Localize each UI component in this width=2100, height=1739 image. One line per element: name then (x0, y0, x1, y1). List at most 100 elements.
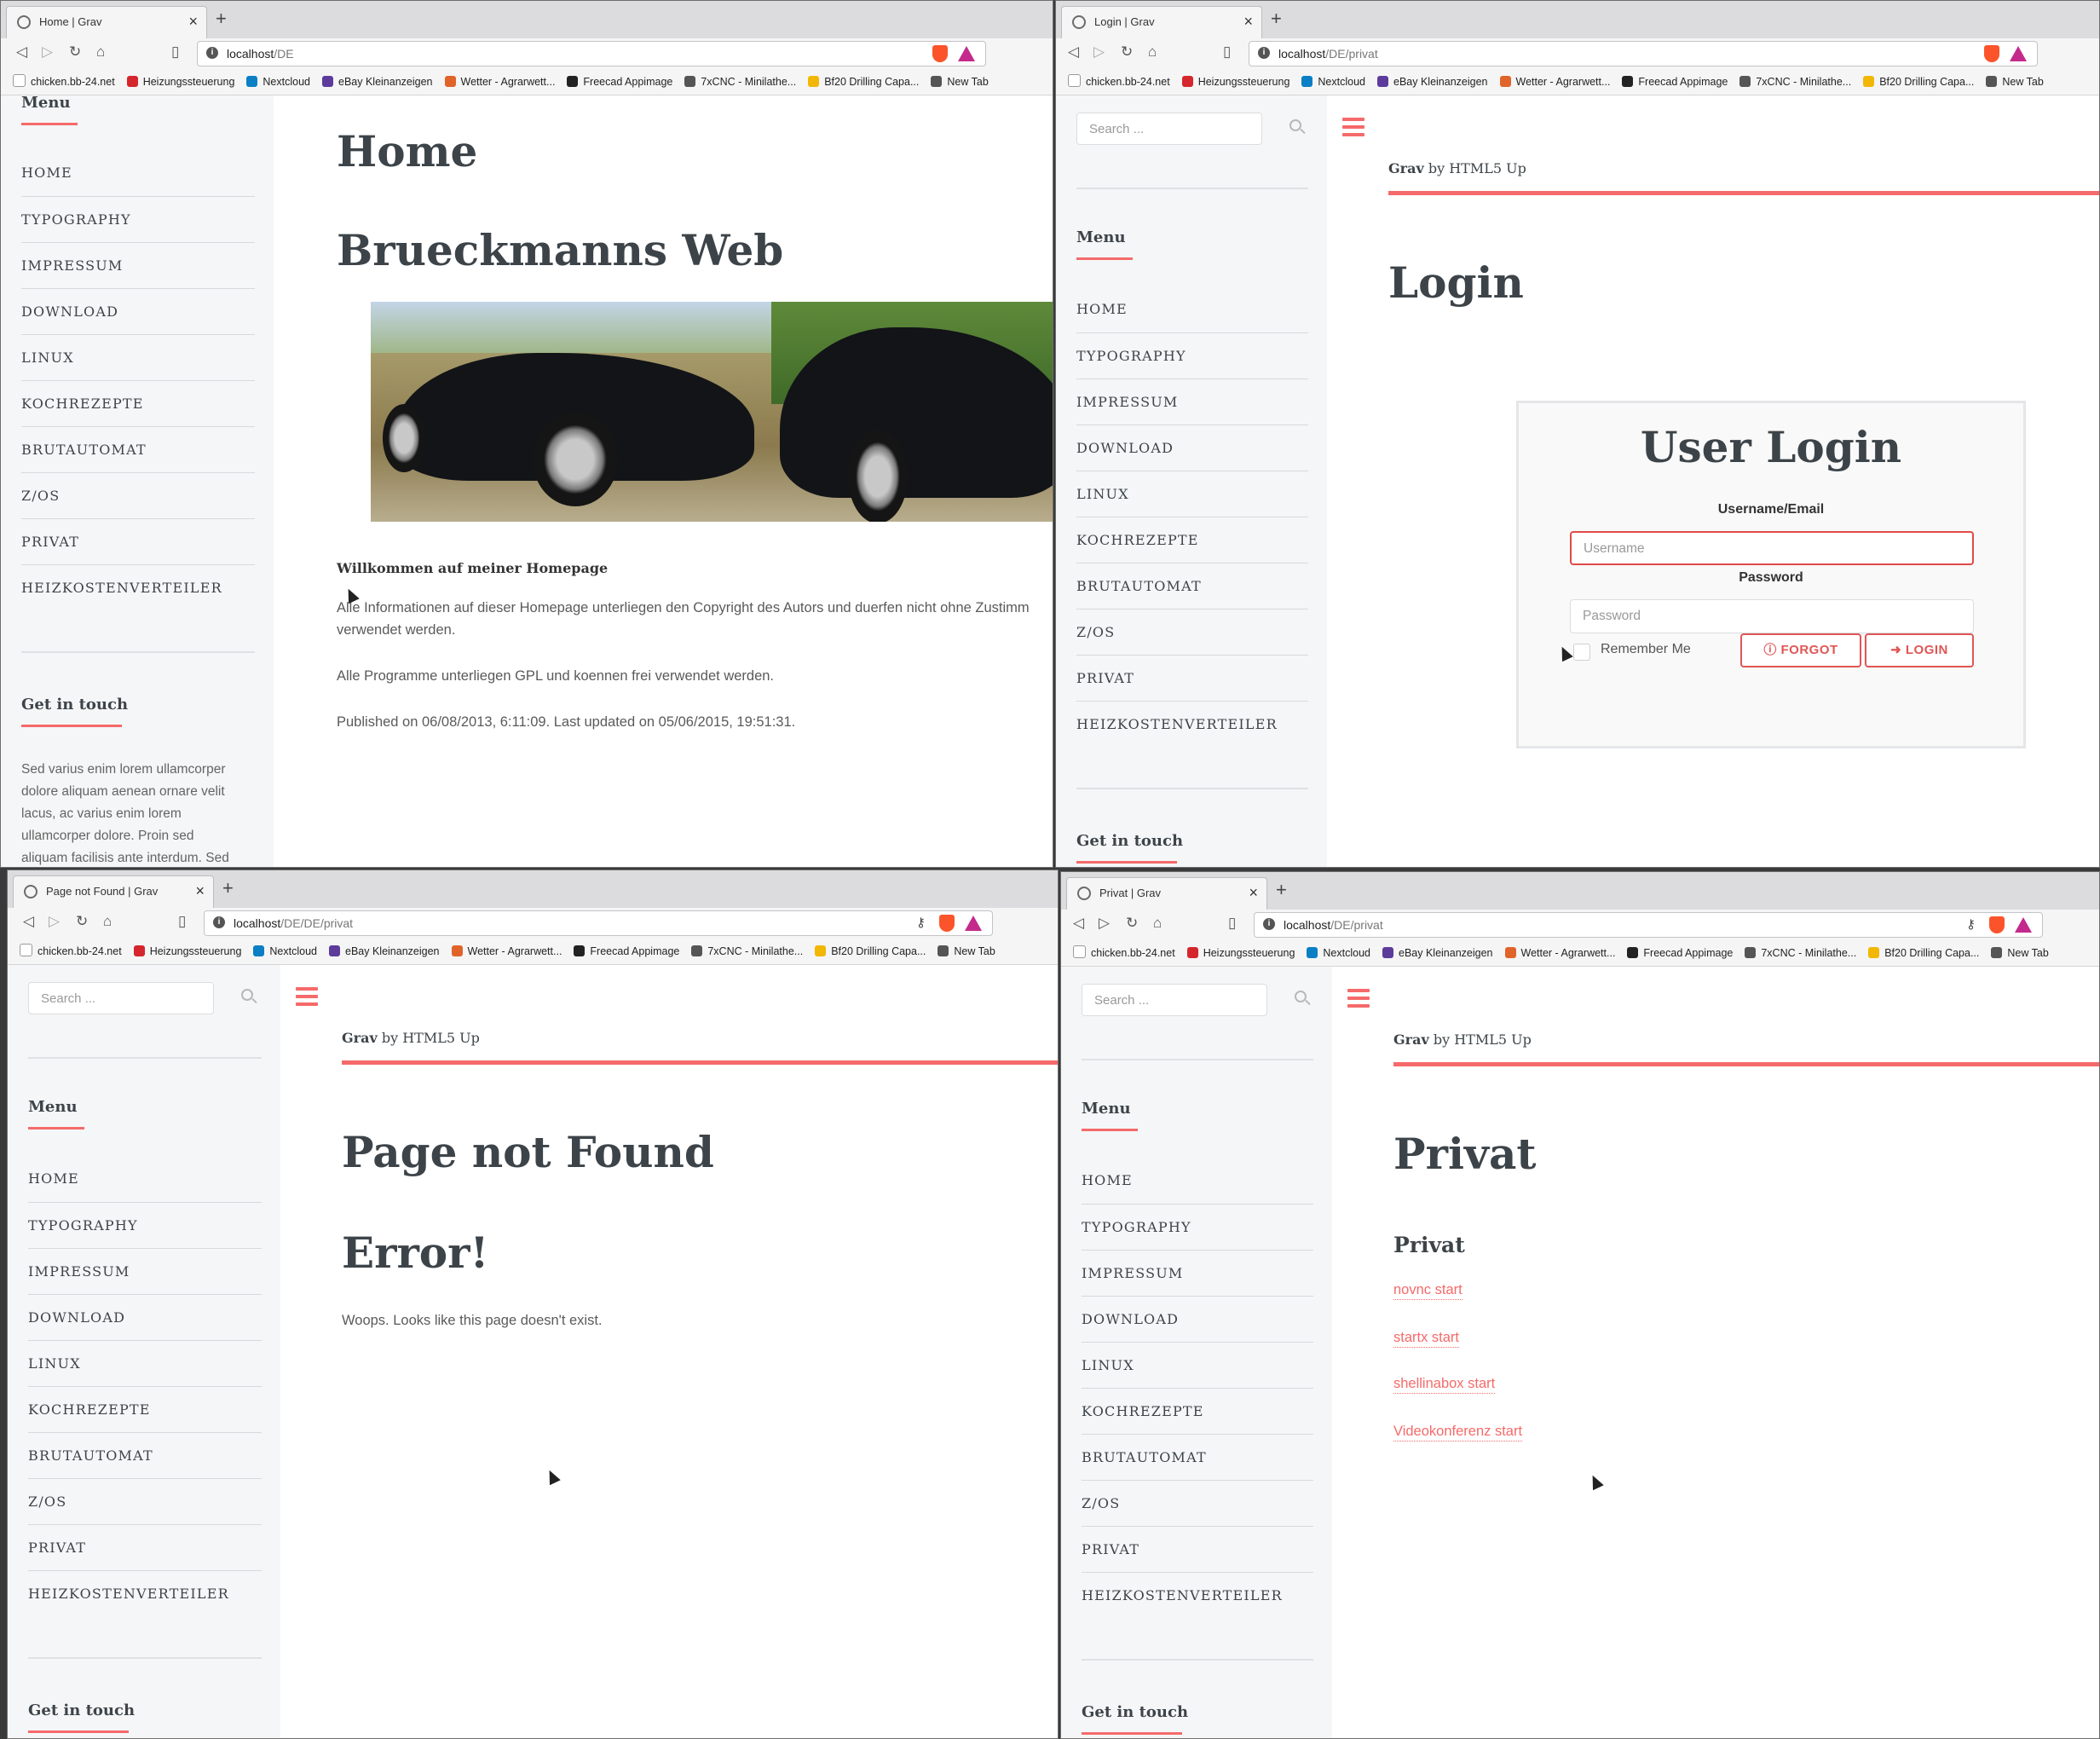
search-input[interactable]: Search ... (1082, 984, 1267, 1016)
info-icon[interactable]: i (213, 916, 225, 928)
sidebar-item-kochrezepte[interactable]: KOCHREZEPTE (21, 380, 255, 426)
sidebar-item-kochrezepte[interactable]: KOCHREZEPTE (1082, 1388, 1313, 1434)
key-icon[interactable]: ⚷ (1966, 916, 1976, 932)
sidebar-item-linux[interactable]: LINUX (1076, 471, 1308, 517)
menu-toggle-icon[interactable] (1347, 989, 1370, 1008)
sidebar-item-z-os[interactable]: Z/OS (28, 1478, 262, 1524)
username-field[interactable]: Username (1570, 531, 1974, 565)
bookmark-item[interactable]: Bf20 Drilling Capa... (815, 945, 926, 957)
bookmark-icon[interactable]: ▯ (171, 43, 179, 61)
sidebar-item-kochrezepte[interactable]: KOCHREZEPTE (28, 1386, 262, 1432)
address-bar[interactable]: i localhost/DE/privat (1249, 41, 2038, 66)
forward-icon[interactable]: ▷ (49, 913, 60, 930)
reload-icon[interactable]: ↻ (1121, 43, 1133, 61)
brave-shield-icon[interactable] (1984, 45, 1999, 62)
brave-shield-icon[interactable] (939, 915, 955, 932)
bookmark-item[interactable]: Freecad Appimage (567, 76, 672, 88)
bookmark-item[interactable]: Nextcloud (253, 945, 317, 957)
sidebar-item-download[interactable]: DOWNLOAD (21, 288, 255, 334)
brave-rewards-icon[interactable] (965, 916, 982, 931)
close-tab-icon[interactable]: × (188, 13, 198, 31)
sidebar-item-impressum[interactable]: IMPRESSUM (1082, 1250, 1313, 1296)
home-icon[interactable]: ⌂ (1148, 43, 1157, 61)
sidebar-item-home[interactable]: HOME (28, 1156, 262, 1202)
login-button[interactable]: ➜ LOGIN (1865, 633, 1974, 667)
address-bar[interactable]: i localhost/DE (197, 41, 986, 66)
address-bar[interactable]: i localhost/DE/DE/privat ⚷ (204, 910, 993, 936)
bookmark-item[interactable]: New Tab (1986, 76, 2044, 88)
bookmark-item[interactable]: 7xCNC - Minilathe... (1745, 947, 1856, 959)
forward-icon[interactable]: ▷ (1093, 43, 1105, 61)
new-tab-icon[interactable]: + (222, 877, 234, 899)
bookmark-item[interactable]: Bf20 Drilling Capa... (1868, 947, 1979, 959)
bookmark-item[interactable]: 7xCNC - Minilathe... (691, 945, 803, 957)
bookmark-item[interactable]: Wetter - Agrarwett... (1499, 76, 1610, 88)
sidebar-item-impressum[interactable]: IMPRESSUM (1076, 378, 1308, 425)
bookmark-item[interactable]: Bf20 Drilling Capa... (1863, 76, 1974, 88)
sidebar-item-home[interactable]: HOME (1076, 286, 1308, 332)
sidebar-item-linux[interactable]: LINUX (28, 1340, 262, 1386)
sidebar-item-z-os[interactable]: Z/OS (1076, 609, 1308, 655)
site-brand[interactable]: Grav by HTML5 Up (1393, 1031, 1532, 1048)
bookmark-item[interactable]: Freecad Appimage (1622, 76, 1728, 88)
bookmark-item[interactable]: Heizungssteuerung (133, 945, 241, 957)
close-tab-icon[interactable]: × (195, 882, 205, 900)
sidebar-item-privat[interactable]: PRIVAT (21, 518, 255, 564)
sidebar-item-brutautomat[interactable]: BRUTAUTOMAT (1076, 563, 1308, 609)
key-icon[interactable]: ⚷ (916, 915, 926, 930)
sidebar-item-impressum[interactable]: IMPRESSUM (21, 242, 255, 288)
bookmark-item[interactable]: Nextcloud (1307, 947, 1370, 959)
back-icon[interactable]: ◁ (16, 43, 27, 61)
bookmark-icon[interactable]: ▯ (1228, 915, 1236, 932)
back-icon[interactable]: ◁ (1073, 915, 1084, 932)
new-tab-icon[interactable]: + (216, 8, 227, 30)
sidebar-item-download[interactable]: DOWNLOAD (1082, 1296, 1313, 1342)
reload-icon[interactable]: ↻ (1126, 915, 1138, 932)
sidebar-item-brutautomat[interactable]: BRUTAUTOMAT (21, 426, 255, 472)
sidebar-item-linux[interactable]: LINUX (1082, 1342, 1313, 1388)
site-brand[interactable]: Grav by HTML5 Up (1388, 160, 1526, 176)
sidebar-item-privat[interactable]: PRIVAT (1076, 655, 1308, 701)
bookmark-icon[interactable]: ▯ (178, 913, 186, 930)
browser-tab[interactable]: Page not Found | Grav × (13, 875, 214, 908)
bookmark-item[interactable]: Nextcloud (1301, 76, 1365, 88)
site-brand[interactable]: Grav by HTML5 Up (342, 1030, 480, 1046)
sidebar-item-download[interactable]: DOWNLOAD (1076, 425, 1308, 471)
sidebar-item-brutautomat[interactable]: BRUTAUTOMAT (1082, 1434, 1313, 1480)
sidebar-item-typography[interactable]: TYPOGRAPHY (21, 196, 255, 242)
sidebar-item-typography[interactable]: TYPOGRAPHY (1082, 1204, 1313, 1250)
brave-rewards-icon[interactable] (2010, 46, 2027, 61)
sidebar-item-privat[interactable]: PRIVAT (28, 1524, 262, 1570)
search-icon[interactable] (241, 989, 253, 1001)
info-icon[interactable]: i (1263, 918, 1275, 930)
close-tab-icon[interactable]: × (1249, 884, 1258, 902)
sidebar-item-home[interactable]: HOME (1082, 1158, 1313, 1204)
bookmark-item[interactable]: 7xCNC - Minilathe... (1739, 76, 1851, 88)
new-tab-icon[interactable]: + (1271, 8, 1282, 30)
menu-toggle-icon[interactable] (296, 987, 318, 1006)
forgot-button[interactable]: ⓘ FORGOT (1740, 633, 1861, 667)
back-icon[interactable]: ◁ (23, 913, 34, 930)
sidebar-item-z-os[interactable]: Z/OS (21, 472, 255, 518)
back-icon[interactable]: ◁ (1068, 43, 1079, 61)
bookmark-item[interactable]: chicken.bb-24.net (13, 74, 115, 88)
menu-toggle-icon[interactable] (1342, 118, 1364, 136)
bookmark-item[interactable]: Wetter - Agrarwett... (1504, 947, 1615, 959)
home-icon[interactable]: ⌂ (103, 913, 112, 930)
sidebar-item-typography[interactable]: TYPOGRAPHY (1076, 332, 1308, 378)
bookmark-item[interactable]: eBay Kleinanzeigen (1377, 76, 1488, 88)
brave-shield-icon[interactable] (1989, 916, 2005, 933)
info-icon[interactable]: i (1258, 47, 1270, 59)
bookmark-item[interactable]: Wetter - Agrarwett... (451, 945, 562, 957)
brave-shield-icon[interactable] (932, 45, 948, 62)
sidebar-item-heizkostenverteiler[interactable]: HEIZKOSTENVERTEILER (21, 564, 255, 610)
remember-me-checkbox[interactable] (1573, 644, 1590, 661)
bookmark-item[interactable]: Heizungssteuerung (1186, 947, 1295, 959)
bookmark-item[interactable]: Wetter - Agrarwett... (444, 76, 555, 88)
bookmark-item[interactable]: eBay Kleinanzeigen (322, 76, 433, 88)
reload-icon[interactable]: ↻ (69, 43, 81, 61)
browser-tab[interactable]: Privat | Grav × (1066, 877, 1267, 910)
bookmark-item[interactable]: Heizungssteuerung (126, 76, 234, 88)
bookmark-item[interactable]: Heizungssteuerung (1181, 76, 1289, 88)
reload-icon[interactable]: ↻ (76, 913, 88, 930)
